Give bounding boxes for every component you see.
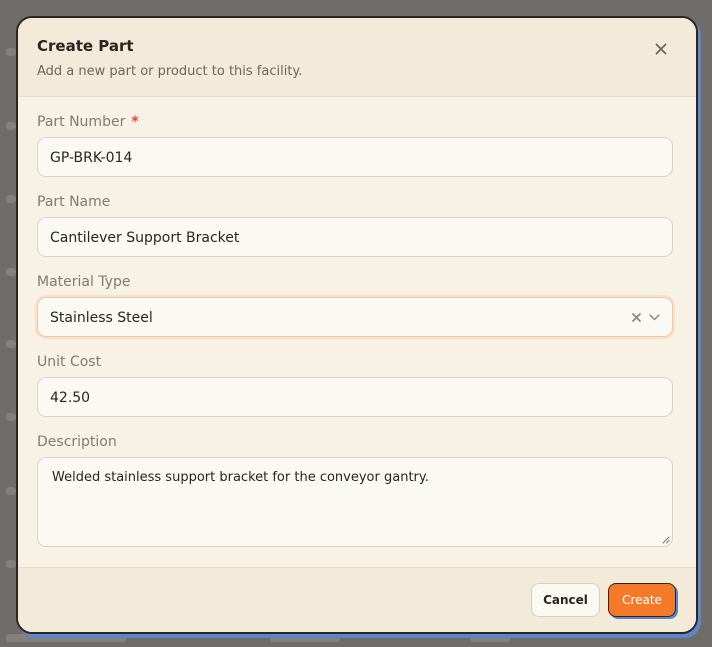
part-number-label: Part Number * xyxy=(37,114,139,130)
material-type-select[interactable]: Stainless Steel xyxy=(37,297,673,337)
close-button[interactable] xyxy=(650,38,672,60)
backdrop-text xyxy=(6,195,16,203)
backdrop-text xyxy=(6,487,16,495)
select-dropdown-toggle[interactable] xyxy=(649,298,660,336)
backdrop-text xyxy=(6,413,16,421)
description-label: Description xyxy=(37,434,117,450)
chevron-down-icon xyxy=(649,313,660,320)
backdrop-text xyxy=(270,634,340,642)
part-number-input[interactable]: GP-BRK-014 xyxy=(37,137,673,177)
dialog-subtitle: Add a new part or product to this facili… xyxy=(37,64,303,79)
required-mark: * xyxy=(131,114,139,130)
part-name-input[interactable]: Cantilever Support Bracket xyxy=(37,217,673,257)
cancel-button[interactable]: Cancel xyxy=(531,583,600,617)
backdrop-text xyxy=(470,634,510,642)
dialog-header: Create Part Add a new part or product to… xyxy=(18,18,696,97)
backdrop-text xyxy=(6,268,16,276)
backdrop-text xyxy=(6,122,16,130)
unit-cost-input[interactable]: 42.50 xyxy=(37,377,673,417)
material-type-label: Material Type xyxy=(37,274,131,290)
clear-icon xyxy=(632,312,641,322)
unit-cost-value: 42.50 xyxy=(50,390,91,406)
resize-handle-icon[interactable] xyxy=(662,536,670,544)
backdrop-text xyxy=(6,48,16,56)
part-name-label: Part Name xyxy=(37,194,111,210)
material-type-value: Stainless Steel xyxy=(50,310,153,326)
dialog-title: Create Part xyxy=(37,37,134,55)
clear-selection-button[interactable] xyxy=(632,298,641,336)
unit-cost-label: Unit Cost xyxy=(37,354,102,370)
create-part-dialog: Create Part Add a new part or product to… xyxy=(16,16,698,634)
part-number-label-text: Part Number xyxy=(37,114,126,130)
backdrop-text xyxy=(6,340,16,348)
description-value: Welded stainless support bracket for the… xyxy=(52,470,429,485)
dialog-footer: Cancel Create xyxy=(18,567,696,632)
close-icon xyxy=(655,43,667,55)
backdrop-text xyxy=(6,560,16,568)
description-textarea[interactable]: Welded stainless support bracket for the… xyxy=(37,457,673,547)
create-button[interactable]: Create xyxy=(608,583,676,617)
part-name-value: Cantilever Support Bracket xyxy=(50,230,240,246)
backdrop-text xyxy=(6,634,126,642)
part-number-value: GP-BRK-014 xyxy=(50,150,133,166)
